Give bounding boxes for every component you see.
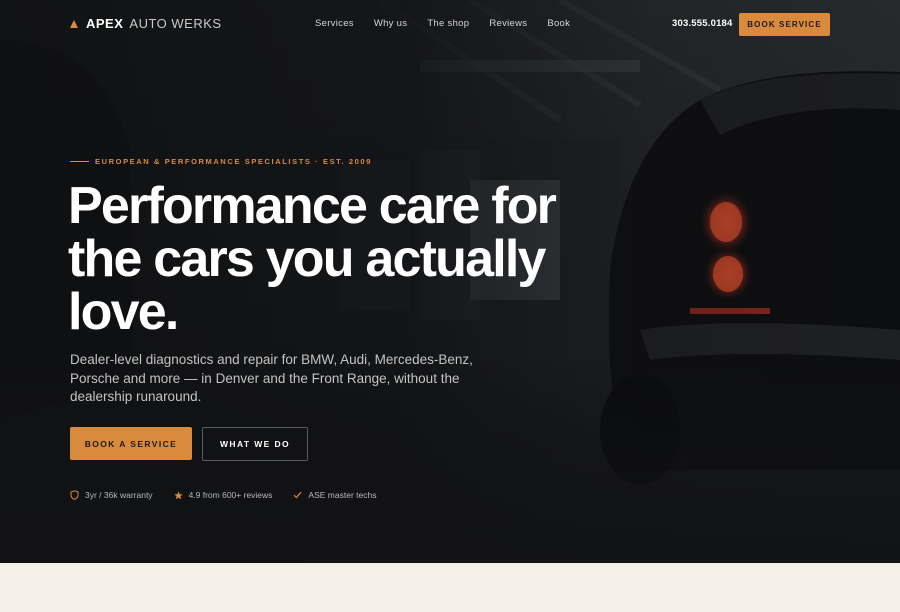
triangle-logo-icon <box>70 19 78 28</box>
trust-badges: 3yr / 36k warranty 4.9 from 600+ reviews… <box>70 490 376 500</box>
brand-name-strong: APEX <box>86 16 124 31</box>
trust-label-warranty: 3yr / 36k warranty <box>85 490 153 500</box>
trust-item-reviews: 4.9 from 600+ reviews <box>173 490 273 500</box>
nav-link-reviews[interactable]: Reviews <box>489 18 527 29</box>
eyebrow-divider <box>70 161 89 162</box>
trust-label-techs: ASE master techs <box>308 490 377 500</box>
eyebrow-text: EUROPEAN & PERFORMANCE SPECIALISTS · EST… <box>95 157 372 166</box>
hero-headline: Performance care for the cars you actual… <box>68 177 557 341</box>
book-service-button[interactable]: BOOK SERVICE <box>739 13 830 36</box>
book-a-service-button[interactable]: BOOK A SERVICE <box>70 427 192 460</box>
top-nav: APEX AUTO WERKS Services Why us The shop… <box>0 0 900 48</box>
next-section <box>0 563 900 612</box>
brand-logo[interactable]: APEX AUTO WERKS <box>70 16 222 31</box>
phone-link[interactable]: 303.555.0184 <box>672 18 733 29</box>
trust-item-warranty: 3yr / 36k warranty <box>70 490 153 500</box>
shield-icon <box>70 490 79 500</box>
star-icon <box>173 490 183 499</box>
trust-label-reviews: 4.9 from 600+ reviews <box>188 490 273 500</box>
hero-section: APEX AUTO WERKS Services Why us The shop… <box>0 0 900 563</box>
check-icon <box>294 491 302 499</box>
nav-link-why-us[interactable]: Why us <box>374 18 407 29</box>
nav-link-services[interactable]: Services <box>315 18 354 29</box>
hero-eyebrow: EUROPEAN & PERFORMANCE SPECIALISTS · EST… <box>70 157 372 166</box>
nav-link-the-shop[interactable]: The shop <box>427 18 469 29</box>
nav-links: Services Why us The shop Reviews Book <box>315 18 570 29</box>
trust-item-techs: ASE master techs <box>293 490 376 500</box>
what-we-do-button[interactable]: WHAT WE DO <box>202 427 308 461</box>
hero-subhead: Dealer-level diagnostics and repair for … <box>70 352 473 404</box>
nav-link-book[interactable]: Book <box>547 18 570 29</box>
brand-name-light: AUTO WERKS <box>129 16 222 31</box>
